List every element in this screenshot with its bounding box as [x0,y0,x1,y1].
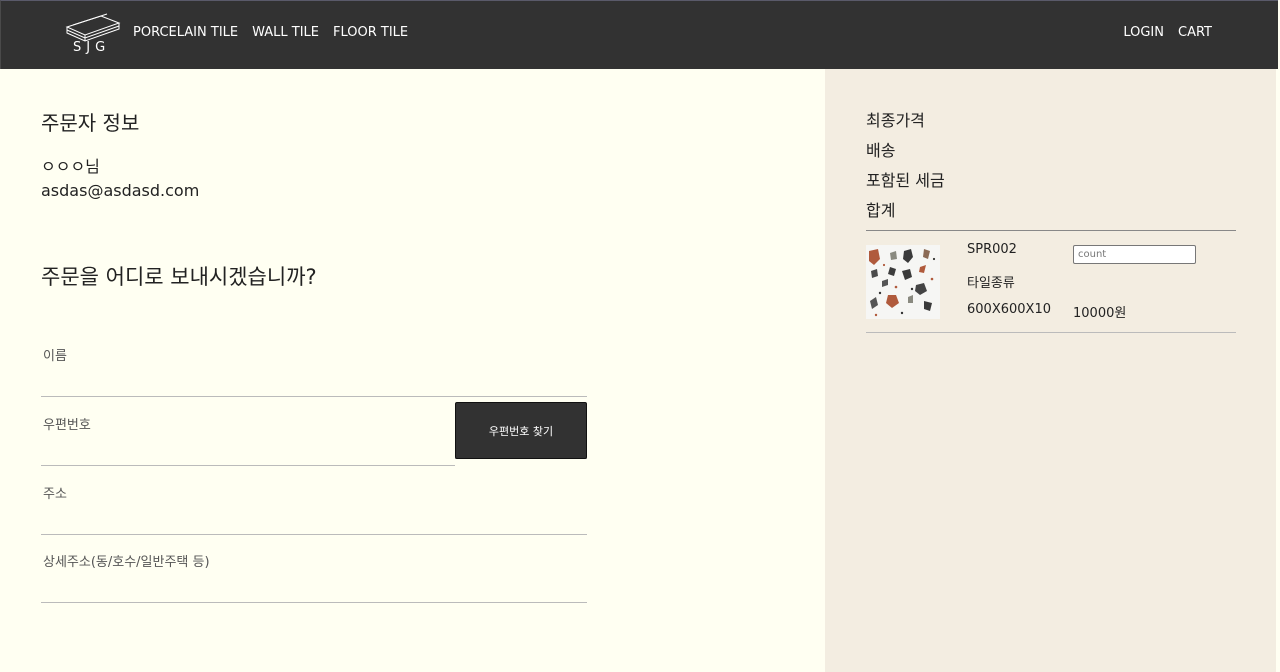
detail-address-label: 상세주소(동/호수/일반주택 등) [43,555,210,570]
cart-item-divider [866,332,1236,333]
zipcode-field: 우편번호 [41,414,455,466]
checkout-form-section: 주문자 정보 ㅇㅇㅇ님 asdas@asdasd.com 주문을 어디로 보내시… [0,69,825,672]
terrazzo-tile-image [866,245,940,319]
count-input[interactable] [1073,245,1196,264]
product-price: 10000원 [1073,306,1127,321]
find-zipcode-button[interactable]: 우편번호 찾기 [455,402,587,459]
site-logo[interactable]: SJG [65,13,121,59]
nav-porcelain-tile[interactable]: PORCELAIN TILE [133,25,238,40]
address-input[interactable] [41,505,587,531]
product-size: 600X600X10 [967,302,1051,317]
zipcode-label: 우편번호 [43,418,91,433]
shipping-label: 배송 [866,141,896,160]
final-price-label: 최종가격 [866,111,925,130]
account-nav: LOGIN CART [1123,25,1212,40]
cart-link[interactable]: CART [1178,25,1212,40]
login-link[interactable]: LOGIN [1123,25,1164,40]
orderer-email: asdas@asdasd.com [41,181,200,200]
product-type: 타일종류 [967,276,1015,291]
name-field: 이름 [41,345,587,397]
main-nav: PORCELAIN TILE WALL TILE FLOOR TILE [133,25,408,40]
name-input[interactable] [41,367,587,393]
shipping-title: 주문을 어디로 보내시겠습니까? [41,265,317,289]
summary-divider [866,230,1236,231]
top-navigation-bar: SJG PORCELAIN TILE WALL TILE FLOOR TILE … [0,0,1278,69]
orderer-info-title: 주문자 정보 [41,111,140,135]
total-label: 합계 [866,201,896,220]
orderer-name: ㅇㅇㅇ님 [41,157,100,176]
nav-floor-tile[interactable]: FLOOR TILE [333,25,408,40]
order-summary-panel: 최종가격 배송 포함된 세금 합계 SPR002 count 타일종류 600X… [825,69,1276,672]
tax-included-label: 포함된 세금 [866,171,945,190]
address-label: 주소 [43,487,67,502]
name-label: 이름 [43,349,67,364]
product-thumbnail [866,245,940,319]
detail-address-field: 상세주소(동/호수/일반주택 등) [41,551,587,603]
address-field: 주소 [41,483,587,535]
detail-address-input[interactable] [41,573,587,599]
logo-wordmark: SJG [73,40,111,55]
nav-wall-tile[interactable]: WALL TILE [252,25,319,40]
product-code: SPR002 [967,242,1017,257]
zipcode-input[interactable] [41,436,455,462]
